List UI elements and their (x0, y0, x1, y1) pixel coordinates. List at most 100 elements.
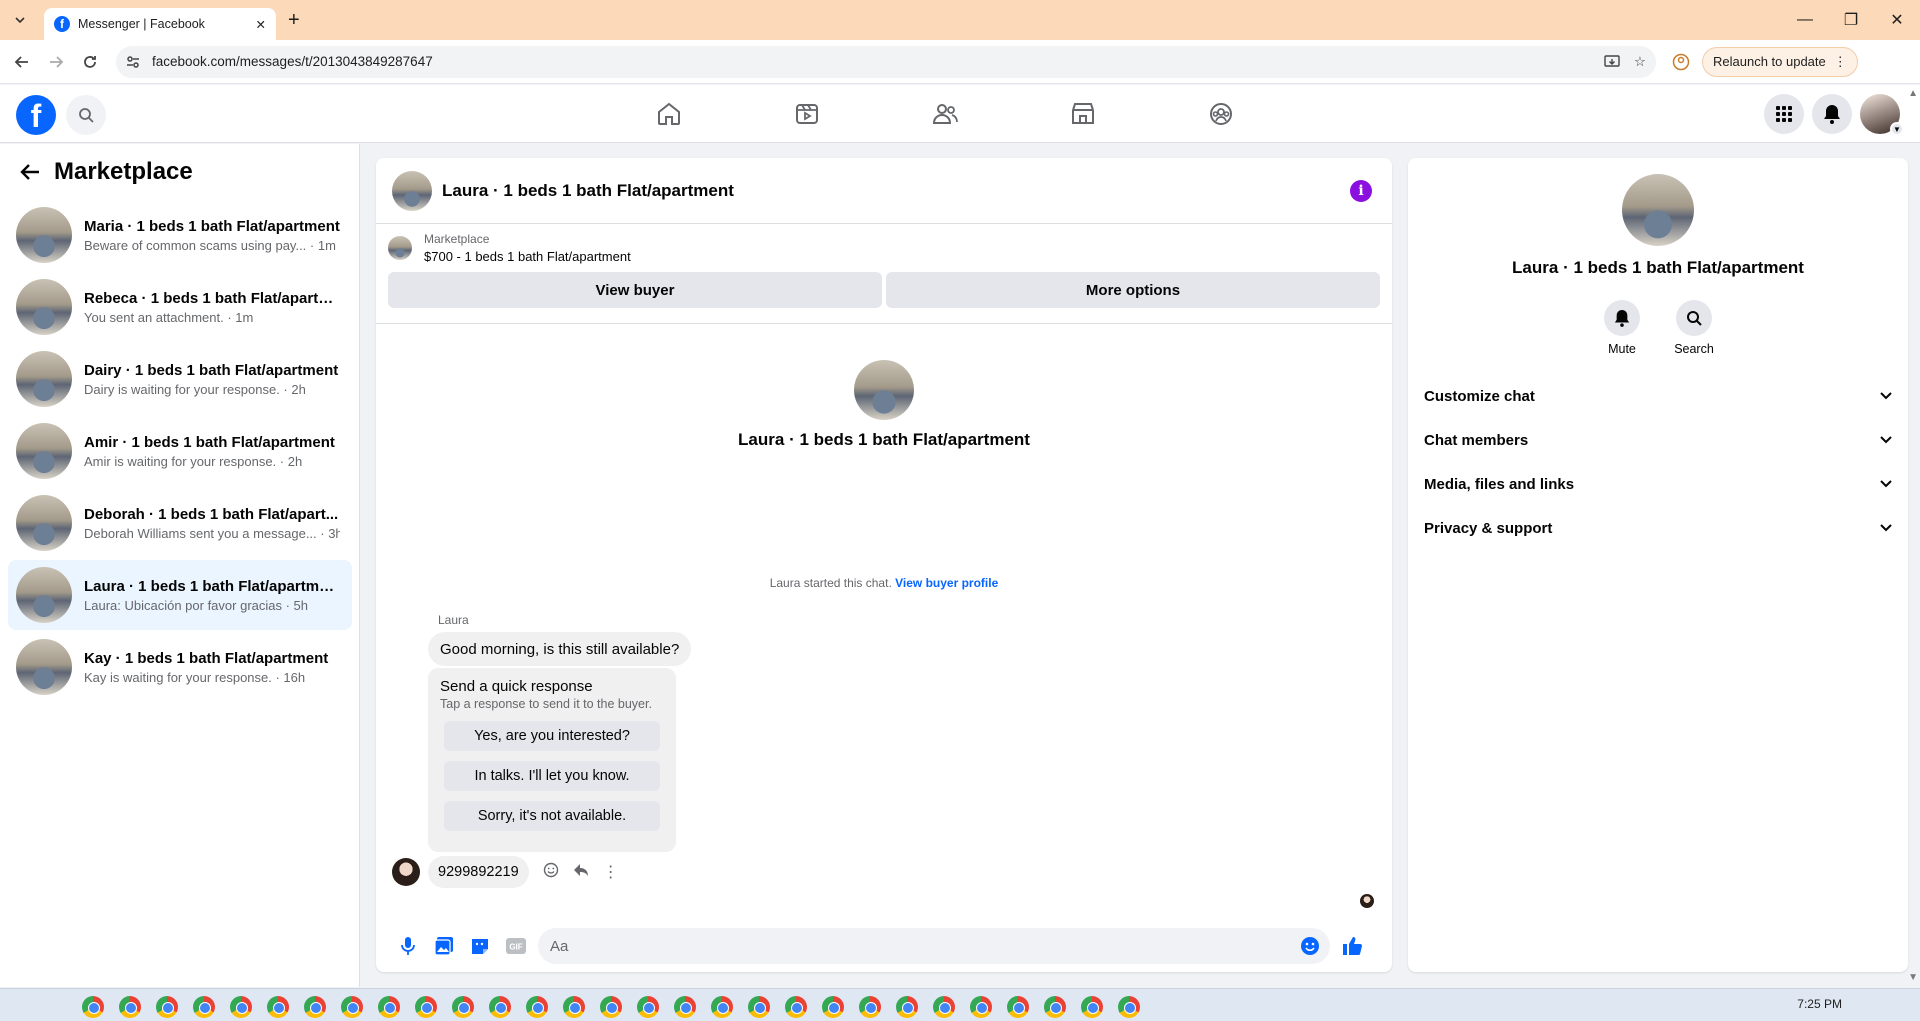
outgoing-message[interactable]: 9299892219 (428, 856, 529, 888)
chrome-taskbar-icon[interactable] (452, 996, 474, 1018)
scroll-up-arrow-icon[interactable]: ▲ (1908, 88, 1918, 99)
new-tab-button[interactable]: + (288, 9, 300, 32)
main-nav (600, 85, 1290, 143)
forward-icon[interactable] (44, 50, 68, 74)
restore-icon[interactable]: ❐ (1828, 0, 1874, 40)
chrome-taskbar-icon[interactable] (193, 996, 215, 1018)
conversation-item-active[interactable]: Laura · 1 beds 1 bath Flat/apartment Laur… (8, 560, 352, 630)
menu-grid-icon[interactable] (1764, 94, 1804, 134)
install-app-icon[interactable] (1604, 54, 1620, 70)
address-bar[interactable]: facebook.com/messages/t/2013043849287647… (116, 45, 1656, 78)
listing-thumbnail (16, 279, 72, 335)
seen-avatar (1360, 894, 1374, 908)
chrome-taskbar-icon[interactable] (859, 996, 881, 1018)
taskbar-clock[interactable]: 7:25 PM (1797, 997, 1842, 1011)
back-arrow-icon[interactable] (20, 163, 40, 181)
conversation-item[interactable]: Dairy · 1 beds 1 bath Flat/apartment Dair… (8, 344, 352, 414)
snipping-tool-taskbar-icon[interactable] (304, 996, 326, 1018)
chrome-taskbar-icon[interactable] (822, 996, 844, 1018)
chrome-taskbar-icon[interactable] (600, 996, 622, 1018)
chrome-taskbar-icon[interactable] (378, 996, 400, 1018)
back-icon[interactable] (10, 50, 34, 74)
site-info-icon[interactable] (126, 55, 140, 69)
quick-response-button[interactable]: Yes, are you interested? (444, 721, 660, 751)
conversation-item[interactable]: Amir · 1 beds 1 bath Flat/apartment Amir … (8, 416, 352, 486)
more-options-button[interactable]: More options (886, 272, 1380, 308)
thumbs-up-icon[interactable] (1334, 928, 1370, 964)
chrome-taskbar-icon[interactable] (1044, 996, 1066, 1018)
gif-icon[interactable]: GIF (498, 928, 534, 964)
relaunch-button[interactable]: Relaunch to update ⋮ (1702, 46, 1858, 77)
conversation-item[interactable]: Rebeca · 1 beds 1 bath Flat/apartm... You… (8, 272, 352, 342)
minimize-icon[interactable]: — (1782, 0, 1828, 40)
chat-avatar[interactable] (392, 170, 432, 211)
facebook-header: f ▼ (0, 85, 1920, 143)
view-buyer-button[interactable]: View buyer (388, 272, 882, 308)
notes-taskbar-icon[interactable] (230, 996, 252, 1018)
close-window-icon[interactable]: ✕ (1874, 0, 1920, 40)
browser-tab[interactable]: f Messenger | Facebook ✕ (44, 8, 276, 40)
reload-icon[interactable] (78, 50, 102, 74)
quick-response-button[interactable]: In talks. I'll let you know. (444, 761, 660, 791)
view-buyer-profile-link[interactable]: View buyer profile (895, 576, 998, 590)
section-chat-members[interactable]: Chat members (1416, 418, 1900, 462)
mute-button[interactable]: Mute (1602, 300, 1642, 356)
chrome-taskbar-icon[interactable] (1007, 996, 1029, 1018)
emoji-icon[interactable] (1300, 936, 1320, 956)
kebab-menu-icon[interactable]: ⋮ (1834, 54, 1847, 70)
chrome-taskbar-icon[interactable] (119, 996, 141, 1018)
chrome-taskbar-icon[interactable] (637, 996, 659, 1018)
photo-icon[interactable] (426, 928, 462, 964)
chrome-taskbar-icon[interactable] (563, 996, 585, 1018)
conversation-item[interactable]: Kay · 1 beds 1 bath Flat/apartment Kay is… (8, 632, 352, 702)
chat-profile-avatar (854, 360, 914, 420)
groups-icon[interactable] (1152, 85, 1290, 143)
close-tab-icon[interactable]: ✕ (256, 17, 266, 32)
marketplace-icon[interactable] (1014, 85, 1152, 143)
message-input[interactable]: Aa (538, 928, 1330, 964)
chrome-taskbar-icon[interactable] (415, 996, 437, 1018)
microphone-icon[interactable] (390, 928, 426, 964)
home-icon[interactable] (600, 85, 738, 143)
facebook-logo-icon[interactable]: f (16, 95, 56, 135)
chat-title[interactable]: Laura · 1 beds 1 bath Flat/apartment (442, 181, 1350, 201)
scroll-down-arrow-icon[interactable]: ▼ (1908, 972, 1918, 983)
chrome-taskbar-icon[interactable] (526, 996, 548, 1018)
listing-price[interactable]: $700 - 1 beds 1 bath Flat/apartment (424, 249, 631, 264)
chrome-taskbar-icon[interactable] (970, 996, 992, 1018)
chrome-taskbar-icon[interactable] (489, 996, 511, 1018)
search-in-chat-button[interactable]: Search (1674, 300, 1714, 356)
react-icon[interactable] (543, 862, 559, 882)
reply-icon[interactable] (573, 862, 589, 882)
search-icon[interactable] (66, 95, 106, 135)
copilot-taskbar-icon[interactable] (156, 996, 178, 1018)
info-icon[interactable]: i (1350, 179, 1372, 202)
notifications-bell-icon[interactable] (1812, 94, 1852, 134)
section-privacy-support[interactable]: Privacy & support (1416, 506, 1900, 550)
section-media-files-links[interactable]: Media, files and links (1416, 462, 1900, 506)
quick-response-button[interactable]: Sorry, it's not available. (444, 801, 660, 831)
tab-search-icon[interactable] (10, 10, 30, 30)
chrome-taskbar-icon[interactable] (1118, 996, 1140, 1018)
chrome-taskbar-icon[interactable] (785, 996, 807, 1018)
friends-icon[interactable] (876, 85, 1014, 143)
chrome-taskbar-icon[interactable] (341, 996, 363, 1018)
chrome-taskbar-icon[interactable] (1081, 996, 1103, 1018)
profile-icon[interactable] (1672, 53, 1690, 71)
more-actions-icon[interactable]: ⋮ (603, 862, 619, 882)
chrome-taskbar-icon[interactable] (896, 996, 918, 1018)
file-explorer-taskbar-icon[interactable] (267, 996, 289, 1018)
bookmark-star-icon[interactable]: ☆ (1634, 54, 1646, 70)
chrome-taskbar-icon[interactable] (674, 996, 696, 1018)
section-customize-chat[interactable]: Customize chat (1416, 374, 1900, 418)
sticker-icon[interactable] (462, 928, 498, 964)
chrome-taskbar-icon[interactable] (82, 996, 104, 1018)
video-icon[interactable] (738, 85, 876, 143)
conversation-item[interactable]: Maria · 1 beds 1 bath Flat/apartment Bewa… (8, 200, 352, 270)
chrome-taskbar-icon[interactable] (711, 996, 733, 1018)
chrome-taskbar-icon[interactable] (933, 996, 955, 1018)
account-avatar[interactable]: ▼ (1860, 94, 1904, 136)
conversation-item[interactable]: Deborah · 1 beds 1 bath Flat/apart... Deb… (8, 488, 352, 558)
chrome-taskbar-icon[interactable] (748, 996, 770, 1018)
incoming-message[interactable]: Good morning, is this still available? (428, 632, 692, 666)
